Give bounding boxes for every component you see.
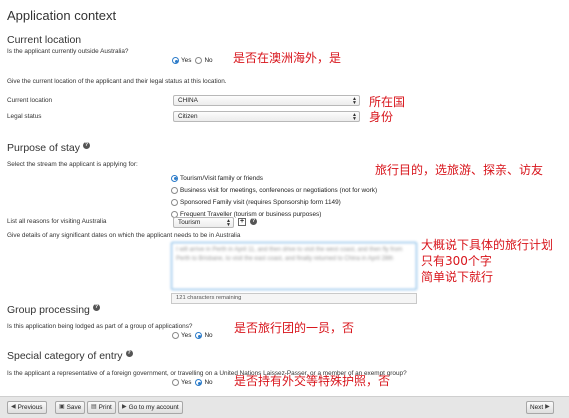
- chevron-right-icon: ▶: [122, 404, 127, 410]
- radio-icon[interactable]: [172, 379, 179, 386]
- stream-question: Select the stream the applicant is apply…: [7, 161, 138, 168]
- purpose-of-stay-title: Purpose of stay?: [7, 142, 90, 154]
- print-button[interactable]: ▤ Print: [87, 401, 116, 414]
- footer-toolbar: ◀ Previous ▣ Save ▤ Print ▶ Go to my account…: [0, 396, 569, 418]
- group-processing-question: Is this application being lodged as part…: [7, 323, 193, 330]
- annotation-location-line1: 所在国: [369, 95, 406, 109]
- stream-radio-group: Tourism/Visit family or friends Business…: [171, 172, 377, 220]
- stream-option-business[interactable]: Business visit for meetings, conferences…: [171, 184, 377, 196]
- add-reason-button[interactable]: +: [238, 218, 246, 226]
- radio-icon[interactable]: [171, 198, 178, 206]
- annotation-plan-line3: 简单说下就行: [421, 270, 494, 284]
- help-icon[interactable]: ?: [250, 218, 257, 225]
- next-button[interactable]: Next ▶: [526, 401, 554, 414]
- special-category-radio-group: Yes No: [172, 379, 217, 386]
- reasons-select[interactable]: Tourism ▲ ▼: [173, 217, 234, 228]
- annotation-location-line2: 身份: [369, 110, 394, 124]
- radio-icon[interactable]: [171, 186, 178, 194]
- group-processing-no[interactable]: No: [195, 332, 213, 339]
- outside-australia-no[interactable]: No: [195, 57, 213, 64]
- dropdown-arrow-icon: ▲ ▼: [352, 112, 357, 122]
- help-icon[interactable]: ?: [82, 142, 90, 149]
- significant-dates-textarea[interactable]: I will arrive in Perth in April 11, and …: [171, 242, 417, 290]
- legal-status-select[interactable]: Citizen ▲ ▼: [173, 111, 360, 122]
- annotation-outside-australia: 是否在澳洲海外，是: [233, 51, 342, 65]
- page-title: Application context: [7, 8, 117, 23]
- group-processing-yes[interactable]: Yes: [172, 332, 191, 339]
- current-location-select[interactable]: CHINA ▲ ▼: [173, 95, 360, 106]
- chevron-right-icon: ▶: [545, 404, 550, 410]
- dates-label: Give details of any significant dates on…: [7, 232, 241, 239]
- help-icon[interactable]: ?: [125, 350, 133, 357]
- dropdown-arrow-icon: ▲ ▼: [226, 218, 231, 228]
- save-button[interactable]: ▣ Save: [55, 401, 86, 414]
- radio-selected-icon[interactable]: [171, 174, 178, 182]
- characters-remaining: 121 characters remaining: [171, 293, 417, 304]
- group-processing-radio-group: Yes No: [172, 332, 217, 339]
- stream-option-sponsored-family[interactable]: Sponsored Family visit (requires Sponsor…: [171, 196, 377, 208]
- reasons-label: List all reasons for visiting Australia: [7, 218, 107, 225]
- radio-selected-icon[interactable]: [172, 57, 179, 64]
- go-to-account-button[interactable]: ▶ Go to my account: [118, 401, 183, 414]
- special-category-title: Special category of entry?: [7, 350, 133, 362]
- location-instruction: Give the current location of the applica…: [7, 78, 227, 85]
- current-location-label: Current location: [7, 97, 53, 104]
- save-icon: ▣: [59, 404, 65, 410]
- application-context-page: Application context Current location Is …: [0, 0, 569, 418]
- annotation-special-category: 是否持有外交等特殊护照，否: [234, 374, 391, 388]
- print-icon: ▤: [91, 404, 97, 410]
- special-category-yes[interactable]: Yes: [172, 379, 191, 386]
- outside-australia-radio-group: Yes No: [172, 57, 217, 64]
- radio-icon[interactable]: [195, 57, 203, 64]
- dropdown-arrow-icon: ▲ ▼: [352, 96, 357, 106]
- annotation-plan-line2: 只有300个字: [421, 254, 492, 268]
- annotation-plan-line1: 大概说下具体的旅行计划: [421, 238, 554, 252]
- group-processing-title: Group processing?: [7, 304, 100, 316]
- outside-australia-yes[interactable]: Yes: [172, 57, 191, 64]
- special-category-no[interactable]: No: [195, 379, 213, 386]
- help-icon[interactable]: ?: [92, 304, 100, 311]
- annotation-group-processing: 是否旅行团的一员，否: [234, 321, 355, 335]
- legal-status-label: Legal status: [7, 113, 42, 120]
- chevron-left-icon: ◀: [11, 404, 16, 410]
- radio-selected-icon[interactable]: [195, 379, 203, 386]
- previous-button[interactable]: ◀ Previous: [7, 401, 47, 414]
- radio-icon[interactable]: [172, 332, 179, 339]
- outside-australia-question: Is the applicant currently outside Austr…: [7, 48, 129, 55]
- annotation-stream: 旅行目的，选旅游、探亲、访友: [375, 163, 544, 177]
- radio-selected-icon[interactable]: [195, 332, 203, 339]
- stream-option-tourism[interactable]: Tourism/Visit family or friends: [171, 172, 377, 184]
- current-location-title: Current location: [7, 34, 82, 46]
